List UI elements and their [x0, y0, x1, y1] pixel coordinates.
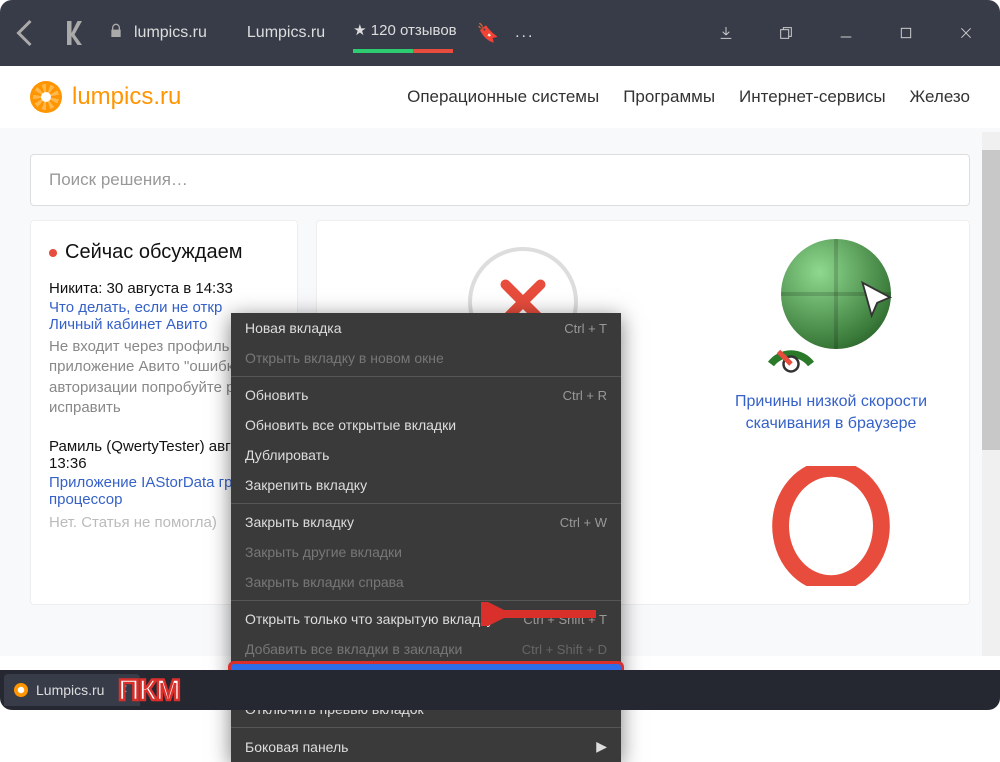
opera-icon: [771, 466, 891, 586]
submenu-arrow-icon: ▶: [596, 738, 607, 755]
context-menu-separator: [231, 727, 621, 728]
address-bar[interactable]: lumpics.ru: [96, 13, 219, 53]
close-button[interactable]: [940, 11, 992, 55]
site-header: lumpics.ru Операционные системы Программ…: [0, 66, 1000, 128]
discussion-title: Сейчас обсуждаем: [49, 241, 279, 264]
back-button[interactable]: [8, 15, 44, 51]
context-menu-separator: [231, 503, 621, 504]
globe-cursor-icon: [761, 239, 901, 379]
lock-icon: [108, 23, 124, 44]
site-nav: Операционные системы Программы Интернет-…: [407, 87, 970, 107]
site-logo-icon[interactable]: [30, 81, 62, 113]
nav-services[interactable]: Интернет-сервисы: [739, 87, 886, 107]
annotation-arrow: [481, 602, 601, 631]
context-menu-item[interactable]: Обновить все открытые вкладки: [231, 410, 621, 440]
red-dot-icon: [49, 249, 57, 257]
tab-label: Lumpics.ru: [36, 682, 104, 698]
page-title: Lumpics.ru: [247, 24, 325, 42]
context-menu-item: Закрыть другие вкладки: [231, 537, 621, 567]
url-text: lumpics.ru: [134, 24, 207, 42]
more-icon[interactable]: ...: [515, 24, 534, 42]
context-menu-item: Закрыть вкладки справа: [231, 567, 621, 597]
context-menu-separator: [231, 376, 621, 377]
context-menu-item: Открыть вкладку в новом окне: [231, 343, 621, 373]
bookmark-icon[interactable]: 🔖: [477, 23, 499, 44]
search-input[interactable]: Поиск решения…: [30, 154, 970, 206]
context-menu-item[interactable]: Дублировать: [231, 440, 621, 470]
tab-favicon-icon: [14, 683, 28, 697]
context-menu-item: Добавить все вкладки в закладкиCtrl + Sh…: [231, 634, 621, 664]
context-menu-item[interactable]: Боковая панель▶: [231, 731, 621, 762]
downloads-button[interactable]: [700, 11, 752, 55]
nav-hardware[interactable]: Железо: [910, 87, 970, 107]
nav-os[interactable]: Операционные системы: [407, 87, 599, 107]
browser-toolbar: lumpics.ru Lumpics.ru ★ 120 отзывов 🔖 ..…: [0, 0, 1000, 66]
context-menu-item[interactable]: Новая вкладкаCtrl + T: [231, 313, 621, 343]
yandex-logo-icon[interactable]: [52, 15, 88, 51]
minimize-button[interactable]: [820, 11, 872, 55]
nav-programs[interactable]: Программы: [623, 87, 715, 107]
context-menu-item[interactable]: Закрепить вкладку: [231, 470, 621, 500]
scroll-thumb[interactable]: [982, 150, 1000, 450]
article-link[interactable]: Причины низкой скорости скачивания в бра…: [711, 391, 951, 436]
scrollbar[interactable]: [982, 132, 1000, 656]
context-menu-item[interactable]: Закрыть вкладкуCtrl + W: [231, 507, 621, 537]
site-logo-text[interactable]: lumpics.ru: [72, 83, 181, 111]
context-menu-separator: [231, 600, 621, 601]
maximize-button[interactable]: [880, 11, 932, 55]
reviews-badge[interactable]: ★ 120 отзывов: [353, 21, 456, 45]
pkm-annotation: ПКМ: [118, 674, 180, 708]
context-menu-item[interactable]: ОбновитьCtrl + R: [231, 380, 621, 410]
copy-button[interactable]: [760, 11, 812, 55]
rating-bar: [353, 49, 453, 53]
